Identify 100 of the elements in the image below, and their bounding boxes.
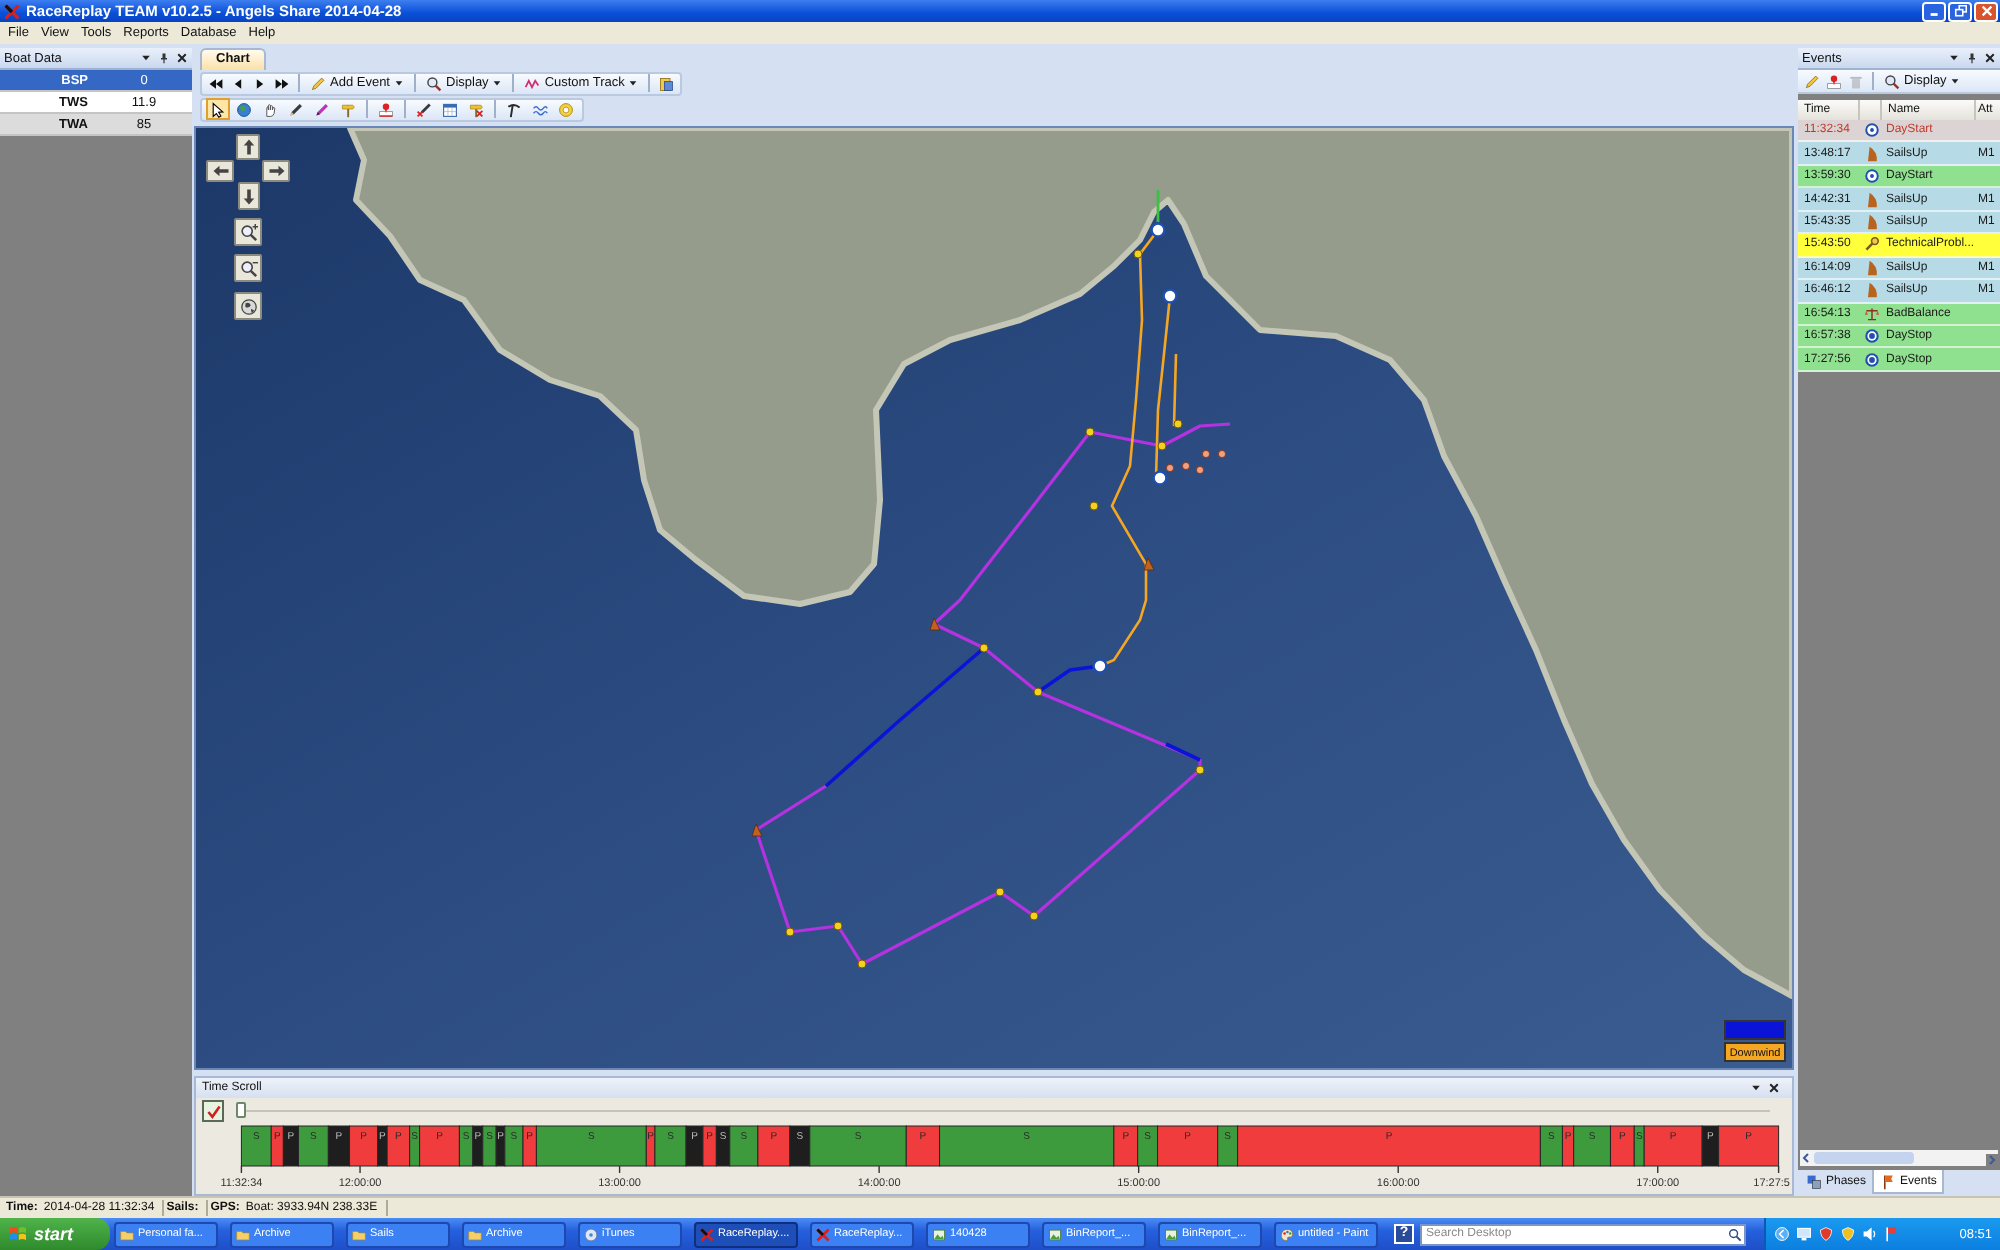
timeline-segment[interactable]	[1217, 1125, 1239, 1167]
restore-button[interactable]	[1948, 1, 1972, 21]
close-button[interactable]	[1974, 1, 1998, 21]
timeline-segment[interactable]	[327, 1125, 351, 1167]
track-point-marker[interactable]	[1195, 465, 1205, 475]
sail-marker[interactable]	[1143, 557, 1155, 571]
sail-marker[interactable]	[751, 823, 763, 837]
monitor-icon[interactable]	[1796, 1226, 1812, 1242]
timeline-segment[interactable]	[1718, 1125, 1780, 1167]
timeline-segment[interactable]	[729, 1125, 759, 1167]
event-marker[interactable]	[1152, 470, 1168, 486]
timeline-segment[interactable]	[757, 1125, 791, 1167]
timeline-segment[interactable]	[654, 1125, 687, 1167]
timeline-segment[interactable]	[789, 1125, 811, 1167]
time-slider-track[interactable]	[236, 1102, 1770, 1120]
pin-icon[interactable]	[1966, 52, 1978, 64]
search-icon[interactable]	[1728, 1227, 1742, 1241]
waypoint-marker[interactable]	[1133, 249, 1143, 259]
timeline-segment[interactable]	[472, 1125, 484, 1167]
timeline-segment[interactable]	[282, 1125, 299, 1167]
timeline-segment[interactable]	[715, 1125, 731, 1167]
waypoint-marker[interactable]	[1157, 441, 1167, 451]
timeline-segment[interactable]	[409, 1125, 421, 1167]
zoom-in-button[interactable]	[234, 218, 262, 246]
waypoint-marker[interactable]	[1029, 911, 1039, 921]
pencil-tool-button[interactable]	[284, 98, 308, 120]
waypoint-marker[interactable]	[1089, 501, 1099, 511]
timeline-segment[interactable]	[685, 1125, 704, 1167]
waypoint-marker[interactable]	[1195, 765, 1205, 775]
timeline-segment[interactable]	[419, 1125, 460, 1167]
close-icon[interactable]	[1984, 52, 1996, 64]
waypoint-marker[interactable]	[1033, 687, 1043, 697]
horizontal-scrollbar[interactable]	[1800, 1150, 1998, 1166]
timeline-segment[interactable]	[702, 1125, 717, 1167]
pan-left-button[interactable]	[206, 160, 234, 182]
pan-up-button[interactable]	[236, 134, 260, 160]
pin-tool-button[interactable]	[374, 98, 398, 120]
timeline-segment[interactable]	[1561, 1125, 1575, 1167]
minimize-button[interactable]	[1922, 1, 1946, 21]
reset-view-button[interactable]	[234, 292, 262, 320]
timeline-segment[interactable]	[1609, 1125, 1635, 1167]
waypoint-marker[interactable]	[1173, 419, 1183, 429]
waypoint-marker[interactable]	[785, 927, 795, 937]
pick-tool-button[interactable]	[502, 98, 526, 120]
close-icon[interactable]	[176, 52, 188, 64]
dropdown-caret-icon[interactable]	[1948, 52, 1960, 64]
dropdown-caret-icon[interactable]	[1750, 1082, 1762, 1094]
timeline-segment[interactable]	[1157, 1125, 1219, 1167]
check-toggle-button[interactable]	[202, 1100, 224, 1122]
timeline-segment[interactable]	[298, 1125, 329, 1167]
hand-icon	[262, 101, 278, 117]
waypoint-marker[interactable]	[995, 887, 1005, 897]
pointer-tool-button[interactable]	[206, 98, 230, 120]
flag-icon[interactable]	[1884, 1226, 1900, 1242]
timeline-segment[interactable]	[1137, 1125, 1159, 1167]
close-icon[interactable]	[1768, 1082, 1780, 1094]
timeline-segment[interactable]	[504, 1125, 524, 1167]
edit-event-button[interactable]	[1802, 71, 1822, 91]
timeline-segment[interactable]	[522, 1125, 537, 1167]
track-point-marker[interactable]	[1217, 449, 1227, 459]
timeline-segment[interactable]	[1573, 1125, 1611, 1167]
waypoint-marker[interactable]	[1085, 427, 1095, 437]
zoom-out-button[interactable]	[234, 254, 262, 282]
event-marker[interactable]	[1162, 288, 1178, 304]
chevron-icon[interactable]	[1774, 1226, 1790, 1242]
pan-down-button[interactable]	[237, 182, 259, 210]
waypoint-marker[interactable]	[979, 643, 989, 653]
timeline-segment[interactable]	[482, 1125, 497, 1167]
arrow-left-icon[interactable]	[1800, 1152, 1812, 1164]
sail-marker[interactable]	[929, 617, 941, 631]
timeline-segment[interactable]	[349, 1125, 379, 1167]
timeline-segment[interactable]	[240, 1125, 272, 1167]
clipboard-button[interactable]	[656, 73, 677, 93]
track-point-marker[interactable]	[1165, 463, 1175, 473]
slider-thumb[interactable]	[236, 1102, 246, 1118]
waypoint-marker[interactable]	[833, 921, 843, 931]
add-event-button[interactable]	[1824, 71, 1844, 91]
event-marker[interactable]	[1092, 658, 1108, 674]
timeline-segment[interactable]	[270, 1125, 284, 1167]
waypoint-marker[interactable]	[857, 959, 867, 969]
track-point-marker[interactable]	[1201, 449, 1211, 459]
timeline-segment[interactable]	[1539, 1125, 1563, 1167]
track-point-marker[interactable]	[1181, 461, 1191, 471]
key-icon	[1863, 236, 1879, 253]
pin-icon[interactable]	[158, 52, 170, 64]
timeline-segment[interactable]	[386, 1125, 411, 1167]
timeline-segment[interactable]	[905, 1125, 941, 1167]
timeline-segment[interactable]	[1701, 1125, 1720, 1167]
timeline-segment[interactable]	[377, 1125, 388, 1167]
dropdown-caret-icon[interactable]	[140, 52, 152, 64]
pan-right-button[interactable]	[262, 160, 290, 182]
calendar-tool-button[interactable]	[438, 98, 462, 120]
speaker-icon[interactable]	[1862, 1226, 1878, 1242]
timeline-segment[interactable]	[458, 1125, 474, 1167]
scrollbar-thumb[interactable]	[1814, 1152, 1914, 1164]
timeline-segment[interactable]	[1113, 1125, 1139, 1167]
marker-tool-button[interactable]	[310, 98, 334, 120]
pencil-cross-tool-button[interactable]	[412, 98, 436, 120]
globe-tool-button[interactable]	[232, 98, 256, 120]
event-marker[interactable]	[1150, 222, 1166, 238]
